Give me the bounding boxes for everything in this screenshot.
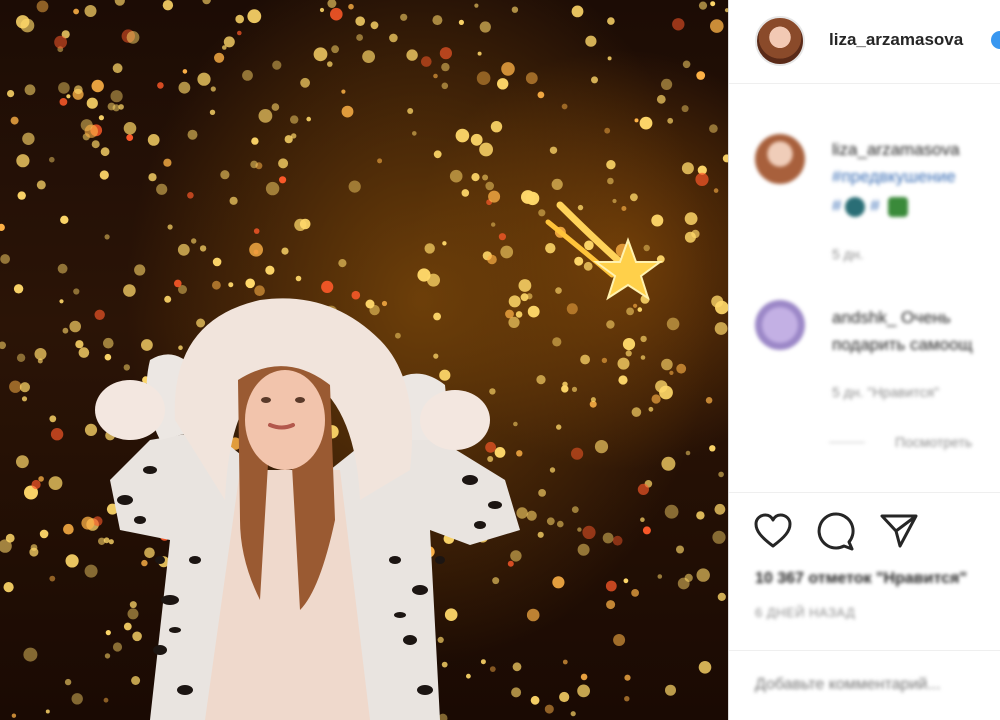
globe-emoji-icon bbox=[845, 196, 866, 217]
author-username[interactable]: liza_arzamasova bbox=[829, 30, 963, 50]
author-avatar[interactable] bbox=[755, 16, 805, 66]
comment-text-line: andshk_ Очень bbox=[832, 308, 951, 327]
verified-badge-icon bbox=[991, 31, 1000, 49]
comment-text-line: liza_arzamasova bbox=[832, 140, 960, 159]
heart-icon[interactable] bbox=[753, 512, 793, 550]
comment-icon[interactable] bbox=[815, 512, 855, 552]
replies-divider bbox=[829, 442, 865, 443]
view-replies-link[interactable]: Посмотреть bbox=[895, 434, 972, 450]
comment-avatar[interactable] bbox=[755, 134, 805, 184]
likes-count[interactable]: 10 367 отметок "Нравится" bbox=[755, 570, 967, 588]
comment-hashtag-text: # bbox=[832, 196, 842, 215]
add-comment-separator bbox=[729, 650, 1000, 651]
shooting-star-ornament bbox=[545, 201, 664, 301]
comment-hashtag[interactable]: # # bbox=[832, 196, 909, 217]
photo-subject bbox=[95, 201, 664, 720]
comment-avatar[interactable] bbox=[755, 300, 805, 350]
add-comment-input[interactable] bbox=[755, 676, 1000, 694]
share-icon[interactable] bbox=[879, 512, 919, 550]
post-time[interactable]: 6 ДНЕЙ НАЗАД bbox=[755, 605, 855, 620]
comment-meta[interactable]: 5 дн. "Нравится" bbox=[832, 384, 939, 400]
tree-emoji-icon bbox=[888, 196, 909, 217]
comment-text-line: подарить самоощ bbox=[832, 335, 973, 354]
post-header: liza_arzamasova bbox=[729, 0, 1000, 84]
actions-separator bbox=[729, 492, 1000, 493]
post-photo[interactable] bbox=[0, 0, 728, 720]
post-side-panel: liza_arzamasova liza_arzamasova #предвку… bbox=[729, 0, 1000, 720]
girl-in-fur-coat bbox=[95, 298, 520, 720]
comment-time: 5 дн. bbox=[832, 246, 864, 262]
comment-hashtag[interactable]: #предвкушение bbox=[832, 167, 956, 187]
